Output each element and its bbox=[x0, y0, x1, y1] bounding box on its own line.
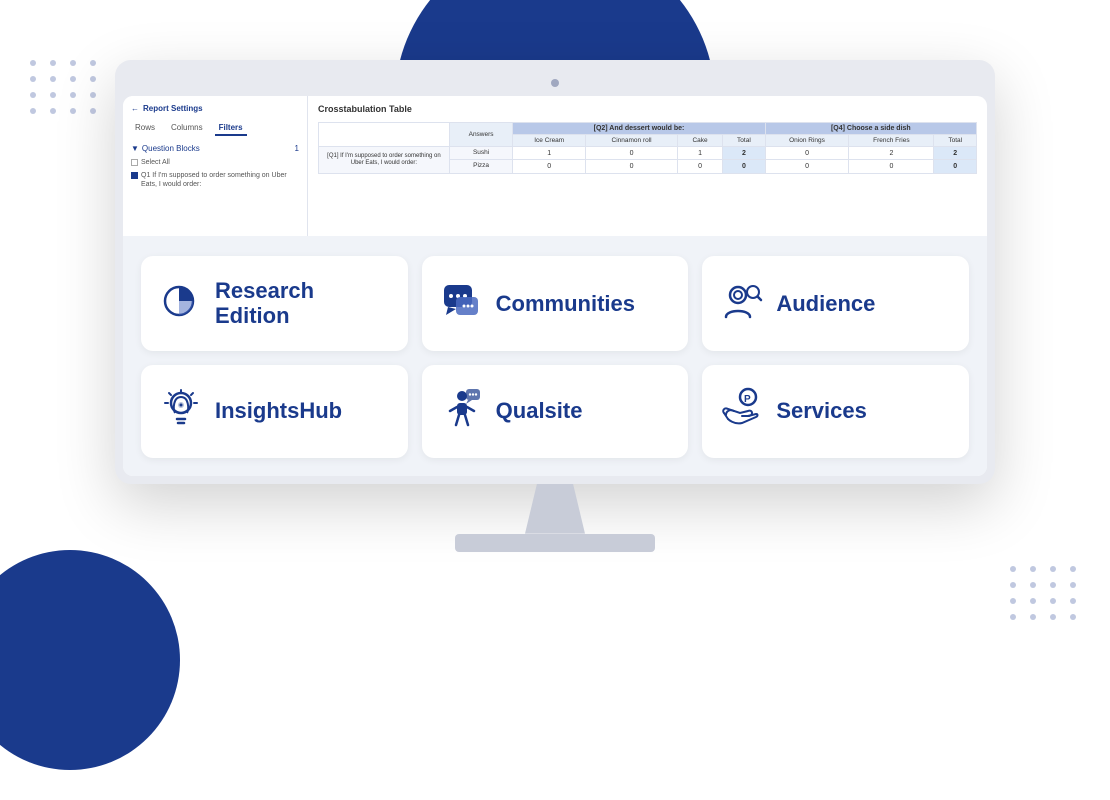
sushi-v2: 0 bbox=[586, 147, 678, 160]
checkbox-box-2 bbox=[131, 172, 138, 179]
sidebar-section-header: ▼ Question Blocks 1 bbox=[131, 144, 299, 153]
audience-label: Audience bbox=[776, 291, 875, 316]
monitor-stand-neck bbox=[525, 484, 585, 534]
product-card-qualsite[interactable]: Qualsite bbox=[422, 365, 689, 458]
sushi-total2: 2 bbox=[934, 147, 977, 160]
bg-circle-bottom-left bbox=[0, 550, 180, 770]
sub-h-onion: Onion Rings bbox=[765, 135, 849, 147]
app-ui: ← Report Settings Rows Columns Filters ▼… bbox=[123, 96, 987, 236]
sub-h-ice-cream: Ice Cream bbox=[513, 135, 586, 147]
checkbox-select-all[interactable]: Select All bbox=[131, 158, 299, 167]
sub-h-total1: Total bbox=[723, 135, 766, 147]
hand-coin-icon: P bbox=[720, 387, 764, 436]
sub-h-cake: Cake bbox=[677, 135, 722, 147]
product-cards-grid: Research Edition bbox=[141, 256, 969, 458]
product-card-services[interactable]: P Services bbox=[702, 365, 969, 458]
sushi-total1: 2 bbox=[723, 147, 766, 160]
pizza-v4: 0 bbox=[765, 160, 849, 173]
q1-label: [Q1] If I'm supposed to order something … bbox=[319, 147, 450, 174]
sushi-v3: 1 bbox=[677, 147, 722, 160]
app-sidebar: ← Report Settings Rows Columns Filters ▼… bbox=[123, 96, 308, 236]
sushi-v4: 0 bbox=[765, 147, 849, 160]
checkbox-box-1 bbox=[131, 159, 138, 166]
services-label: Services bbox=[776, 398, 867, 423]
pizza-label: Pizza bbox=[449, 160, 512, 173]
pizza-v2: 0 bbox=[586, 160, 678, 173]
dot-grid-top-left bbox=[30, 60, 100, 114]
monitor-inner: ← Report Settings Rows Columns Filters ▼… bbox=[123, 96, 987, 476]
camera-dot bbox=[551, 79, 559, 87]
qualsite-label: Qualsite bbox=[496, 398, 583, 423]
sub-h-total2: Total bbox=[934, 135, 977, 147]
crosstab-table: Answers [Q2] And dessert would be: [Q4] … bbox=[318, 122, 977, 174]
crosstab-title: Crosstabulation Table bbox=[318, 104, 977, 114]
group2-header: [Q4] Choose a side dish bbox=[765, 123, 976, 135]
pizza-total2: 0 bbox=[934, 160, 977, 173]
table-row: [Q1] If I'm supposed to order something … bbox=[319, 147, 977, 160]
sub-h-fries: French Fries bbox=[849, 135, 934, 147]
cards-section: Research Edition bbox=[123, 236, 987, 476]
monitor-screen: ← Report Settings Rows Columns Filters ▼… bbox=[115, 60, 995, 484]
section-expand-icon: ▼ bbox=[131, 144, 139, 153]
chat-bubble-icon bbox=[440, 279, 484, 328]
tab-columns[interactable]: Columns bbox=[167, 121, 207, 136]
product-card-insightshub[interactable]: InsightsHub bbox=[141, 365, 408, 458]
pizza-v1: 0 bbox=[513, 160, 586, 173]
communities-label: Communities bbox=[496, 291, 635, 316]
person-chat-icon bbox=[440, 387, 484, 436]
svg-text:P: P bbox=[744, 394, 751, 405]
pizza-total1: 0 bbox=[723, 160, 766, 173]
research-edition-label: Research Edition bbox=[215, 278, 314, 329]
product-card-research-edition[interactable]: Research Edition bbox=[141, 256, 408, 351]
monitor-stand-base bbox=[455, 534, 655, 552]
tab-rows[interactable]: Rows bbox=[131, 121, 159, 136]
pizza-v5: 0 bbox=[849, 160, 934, 173]
sidebar-header: ← Report Settings bbox=[131, 104, 299, 113]
sushi-v1: 1 bbox=[513, 147, 586, 160]
back-arrow-icon: ← bbox=[131, 104, 139, 113]
answers-header: Answers bbox=[449, 123, 512, 147]
sidebar-tabs: Rows Columns Filters bbox=[131, 121, 299, 136]
pie-chart-icon bbox=[159, 279, 203, 328]
sub-h-cinnamon: Cinnamon roll bbox=[586, 135, 678, 147]
sushi-v5: 2 bbox=[849, 147, 934, 160]
product-card-audience[interactable]: Audience bbox=[702, 256, 969, 351]
group1-header: [Q2] And dessert would be: bbox=[513, 123, 765, 135]
checkbox-q1[interactable]: Q1 If I'm supposed to order something on… bbox=[131, 171, 299, 189]
dot-grid-bottom-right bbox=[1010, 566, 1080, 620]
insightshub-label: InsightsHub bbox=[215, 398, 342, 423]
pizza-v3: 0 bbox=[677, 160, 722, 173]
monitor: ← Report Settings Rows Columns Filters ▼… bbox=[115, 60, 995, 552]
person-search-icon bbox=[720, 279, 764, 328]
app-content: Crosstabulation Table Answers [Q2] And d… bbox=[308, 96, 987, 236]
sushi-label: Sushi bbox=[449, 147, 512, 160]
monitor-camera-bar bbox=[123, 68, 987, 96]
lightbulb-icon bbox=[159, 387, 203, 436]
tab-filters[interactable]: Filters bbox=[215, 121, 247, 136]
product-card-communities[interactable]: Communities bbox=[422, 256, 689, 351]
